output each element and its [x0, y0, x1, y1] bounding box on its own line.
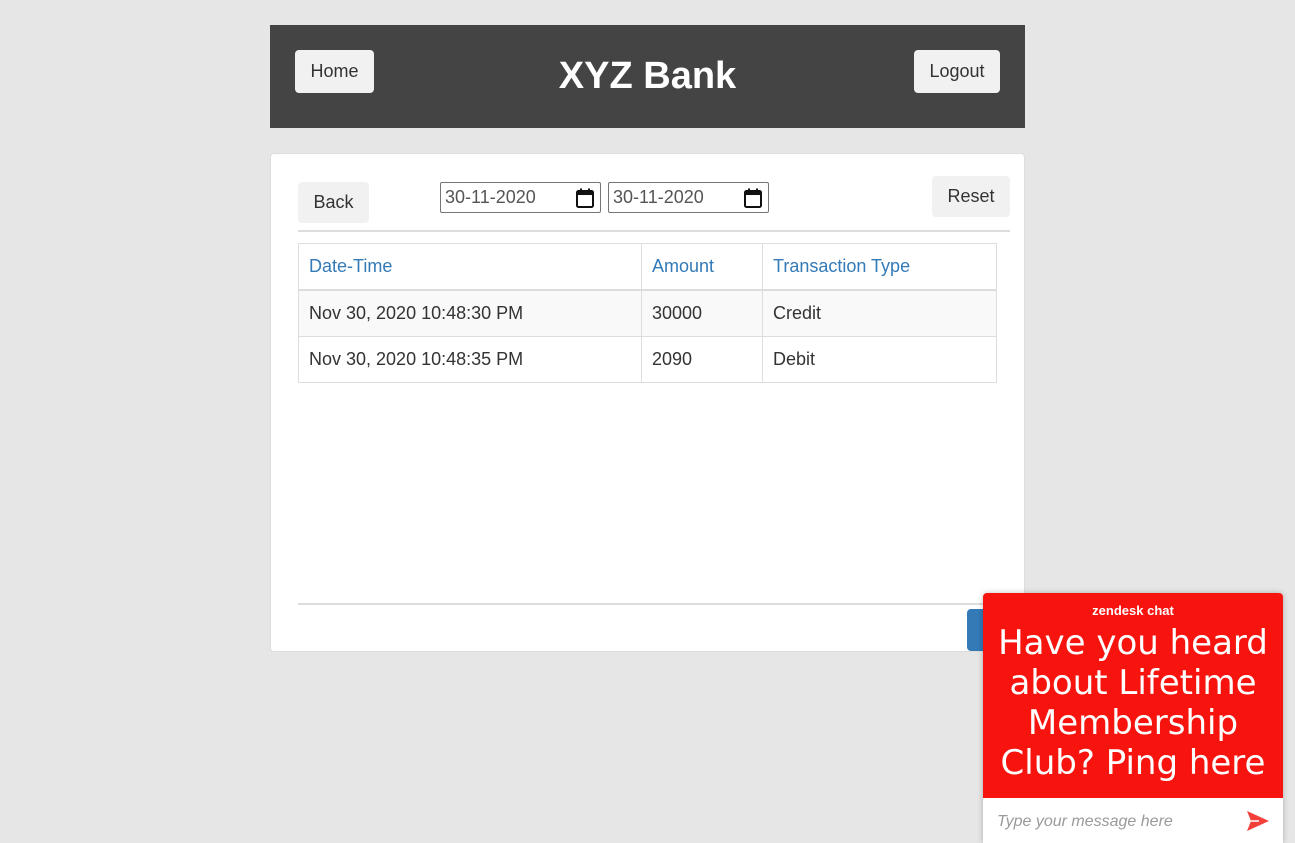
back-button[interactable]: Back	[298, 182, 369, 223]
table-row: Nov 30, 2020 10:48:30 PM 30000 Credit	[298, 289, 997, 337]
chat-brand-label: zendesk chat	[1092, 603, 1174, 618]
column-header-amount[interactable]: Amount	[641, 243, 763, 291]
page-title: XYZ Bank	[558, 55, 737, 97]
end-date-input[interactable]: 30-11-2020	[608, 182, 769, 213]
cell-date-time: Nov 30, 2020 10:48:35 PM	[298, 336, 642, 383]
calendar-icon[interactable]	[744, 188, 762, 208]
cell-amount: 2090	[641, 336, 763, 383]
home-button[interactable]: Home	[295, 50, 374, 93]
column-header-transaction-type[interactable]: Transaction Type	[762, 243, 997, 291]
cell-transaction-type: Debit	[762, 336, 997, 383]
end-date-value: 30-11-2020	[613, 187, 704, 207]
transactions-panel: Back 30-11-2020 30-11-2020 Reset Date-Ti…	[270, 153, 1025, 652]
table-header-row: Date-Time Amount Transaction Type	[298, 243, 997, 291]
cell-amount: 30000	[641, 289, 763, 337]
reset-button[interactable]: Reset	[932, 176, 1010, 217]
chat-message-input[interactable]	[995, 807, 1239, 837]
transactions-table: Date-Time Amount Transaction Type Nov 30…	[298, 243, 997, 383]
start-date-input[interactable]: 30-11-2020	[440, 182, 601, 213]
divider	[298, 230, 1010, 232]
calendar-icon[interactable]	[576, 188, 594, 208]
chat-greeting: Have you heard about Lifetime Membership…	[998, 623, 1268, 783]
send-button[interactable]	[1245, 808, 1271, 834]
logout-button[interactable]: Logout	[914, 50, 1000, 93]
cell-date-time: Nov 30, 2020 10:48:30 PM	[298, 289, 642, 337]
chat-widget: zendesk chat Have you heard about Lifeti…	[983, 593, 1283, 843]
divider	[298, 603, 1010, 605]
send-icon	[1247, 811, 1269, 831]
chat-banner[interactable]: zendesk chat Have you heard about Lifeti…	[983, 593, 1283, 798]
column-header-date-time[interactable]: Date-Time	[298, 243, 642, 291]
app-header: Home XYZ Bank Logout	[270, 25, 1025, 128]
cell-transaction-type: Credit	[762, 289, 997, 337]
start-date-value: 30-11-2020	[445, 187, 536, 207]
table-row: Nov 30, 2020 10:48:35 PM 2090 Debit	[298, 336, 997, 383]
